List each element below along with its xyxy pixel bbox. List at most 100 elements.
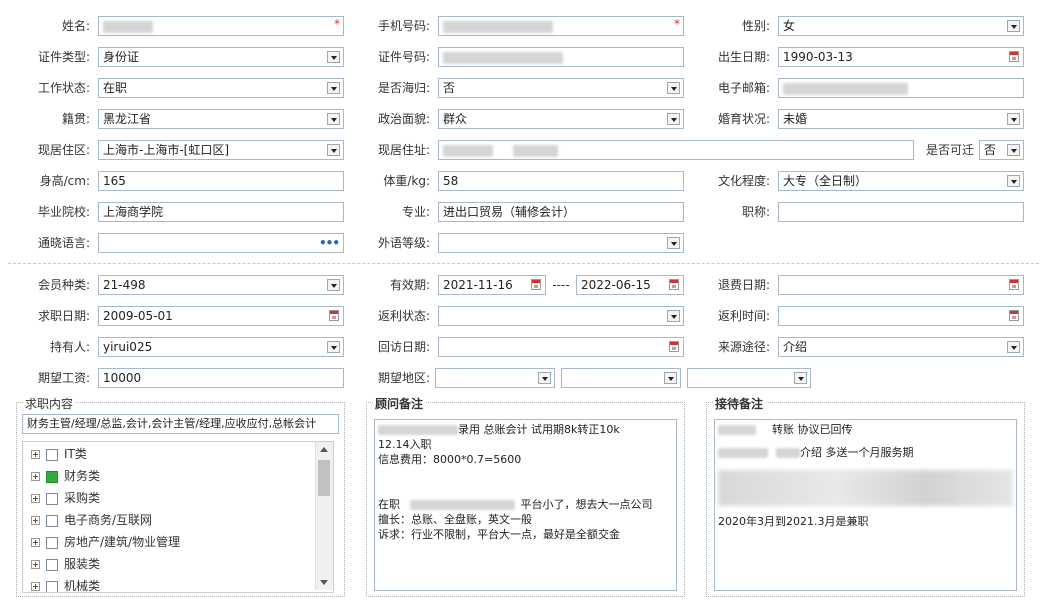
rebate-status-select[interactable] [438, 306, 684, 326]
email-field[interactable] [778, 78, 1024, 98]
school-field[interactable]: 上海商学院 [98, 202, 344, 222]
member-type-select[interactable]: 21-498 [98, 275, 344, 295]
advisor-notes-textarea[interactable]: 录用 总账会计 试用期8k转正10k 12.14入职 信息费用：8000*0.7… [374, 419, 677, 591]
gender-select[interactable]: 女 [778, 16, 1024, 36]
phone-field[interactable]: * [438, 16, 684, 36]
holder-select[interactable]: yirui025 [98, 337, 344, 357]
height-field[interactable]: 165 [98, 171, 344, 191]
idtype-select[interactable]: 身份证 [98, 47, 344, 67]
expand-plus-icon[interactable] [31, 472, 40, 481]
weight-field[interactable]: 58 [438, 171, 684, 191]
chevron-down-icon[interactable] [667, 237, 680, 249]
reception-notes-title: 接待备注 [713, 395, 766, 412]
chevron-down-icon[interactable] [538, 372, 551, 384]
refund-date-field[interactable] [778, 275, 1024, 295]
relocate-select[interactable]: 否 [979, 140, 1024, 160]
chevron-down-icon[interactable] [1007, 144, 1020, 156]
work-status-select[interactable]: 在职 [98, 78, 344, 98]
calendar-icon[interactable] [329, 310, 339, 321]
expand-plus-icon[interactable] [31, 516, 40, 525]
name-field[interactable]: * [98, 16, 344, 36]
foreign-level-select[interactable] [438, 233, 684, 253]
returnee-select[interactable]: 否 [438, 78, 684, 98]
apply-date-field[interactable]: 2009-05-01 [98, 306, 344, 326]
expand-plus-icon[interactable] [31, 560, 40, 569]
expand-plus-icon[interactable] [31, 582, 40, 591]
chevron-down-icon[interactable] [327, 341, 340, 353]
idno-field[interactable] [438, 47, 684, 67]
rebate-time-field[interactable] [778, 306, 1024, 326]
region-city-select[interactable] [561, 368, 681, 388]
expand-plus-icon[interactable] [31, 450, 40, 459]
district-label: 现居住区: [37, 143, 90, 157]
chevron-down-icon[interactable] [327, 113, 340, 125]
checkbox[interactable] [46, 470, 58, 483]
region-province-select[interactable] [435, 368, 555, 388]
calendar-icon[interactable] [669, 341, 679, 352]
tree-item[interactable]: 财务类 [31, 465, 100, 487]
region-district-select[interactable] [687, 368, 811, 388]
address-field[interactable] [438, 140, 914, 160]
chevron-down-icon[interactable] [667, 310, 680, 322]
reception-notes-textarea[interactable]: 转账 协议已回传 介绍 多送一个月服务期 2020年3月到2021.3月是兼职 [714, 419, 1017, 591]
edu-select[interactable]: 大专（全日制） [778, 171, 1024, 191]
salary-field[interactable]: 10000 [98, 368, 344, 388]
job-summary-field[interactable]: 财务主管/经理/总监,会计,会计主管/经理,应收应付,总帐会计 [22, 414, 339, 434]
valid-from-field[interactable]: 2021-11-16 [438, 275, 546, 295]
calendar-icon[interactable] [1009, 279, 1019, 290]
tree-item[interactable]: 采购类 [31, 487, 100, 509]
checkbox[interactable] [46, 448, 58, 461]
calendar-icon[interactable] [1009, 310, 1019, 321]
chevron-down-icon[interactable] [327, 82, 340, 94]
chevron-down-icon[interactable] [1007, 20, 1020, 32]
revisit-date-field[interactable] [438, 337, 684, 357]
lang-picker[interactable]: ••• [98, 233, 344, 253]
checkbox[interactable] [46, 580, 58, 592]
title-field[interactable] [778, 202, 1024, 222]
expand-plus-icon[interactable] [31, 538, 40, 547]
political-select[interactable]: 群众 [438, 109, 684, 129]
tree-item[interactable]: IT类 [31, 443, 87, 465]
chevron-down-icon[interactable] [1007, 175, 1020, 187]
checkbox[interactable] [46, 492, 58, 505]
calendar-icon[interactable] [531, 279, 541, 290]
native-select[interactable]: 黑龙江省 [98, 109, 344, 129]
chevron-down-icon[interactable] [327, 279, 340, 291]
chevron-down-icon[interactable] [1007, 341, 1020, 353]
birth-label: 出生日期: [717, 50, 770, 64]
member-value: 21-498 [103, 278, 146, 292]
marital-select[interactable]: 未婚 [778, 109, 1024, 129]
major-field[interactable]: 进出口贸易（辅修会计） [438, 202, 684, 222]
scroll-down-arrow-icon[interactable] [320, 580, 328, 585]
chevron-down-icon[interactable] [667, 113, 680, 125]
scrollbar-thumb[interactable] [318, 460, 330, 496]
checkbox[interactable] [46, 558, 58, 571]
valid-to-field[interactable]: 2022-06-15 [576, 275, 684, 295]
chevron-down-icon[interactable] [327, 144, 340, 156]
checkbox[interactable] [46, 514, 58, 527]
scroll-up-arrow-icon[interactable] [320, 447, 328, 452]
district-select[interactable]: 上海市-上海市-[虹口区] [98, 140, 344, 160]
chevron-down-icon[interactable] [327, 51, 340, 63]
chevron-down-icon[interactable] [664, 372, 677, 384]
scrollbar[interactable] [315, 442, 333, 590]
tree-item[interactable]: 电子商务/互联网 [31, 509, 152, 531]
apply-value: 2009-05-01 [103, 309, 173, 323]
more-icon[interactable]: ••• [319, 234, 340, 252]
chevron-down-icon[interactable] [1007, 113, 1020, 125]
note-line: 12.14入职 [378, 438, 432, 451]
gender-value: 女 [783, 19, 796, 33]
chevron-down-icon[interactable] [794, 372, 807, 384]
source-select[interactable]: 介绍 [778, 337, 1024, 357]
tree-item[interactable]: 房地产/建筑/物业管理 [31, 531, 180, 553]
tree-item[interactable]: 服装类 [31, 553, 100, 575]
phone-label: 手机号码: [377, 19, 430, 33]
calendar-icon[interactable] [669, 279, 679, 290]
checkbox[interactable] [46, 536, 58, 549]
tree-item[interactable]: 机械类 [31, 575, 100, 592]
calendar-icon[interactable] [1009, 51, 1019, 62]
birth-date-field[interactable]: 1990-03-13 [778, 47, 1024, 67]
expand-plus-icon[interactable] [31, 494, 40, 503]
height-label: 身高/cm: [39, 174, 90, 188]
chevron-down-icon[interactable] [667, 82, 680, 94]
